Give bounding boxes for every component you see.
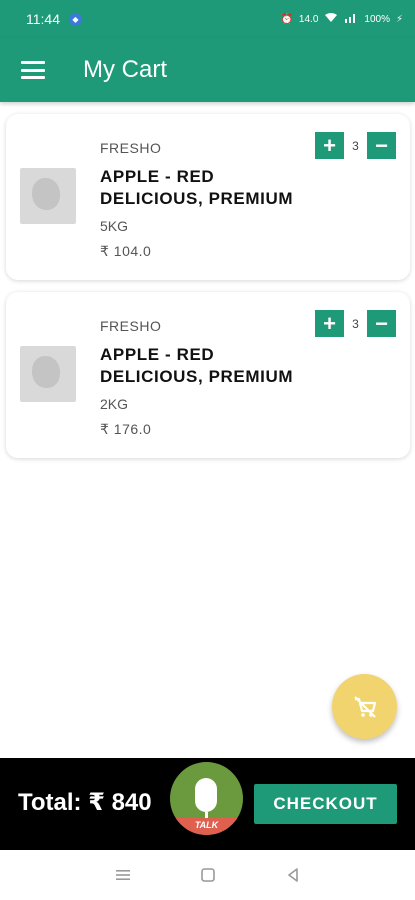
cart-total: Total: ₹ 840 xyxy=(18,789,152,816)
increase-quantity-button[interactable]: + xyxy=(315,132,344,159)
voice-talk-button[interactable]: TALK xyxy=(170,762,243,835)
wifi-icon xyxy=(324,12,338,26)
app-bar: My Cart xyxy=(0,38,415,102)
product-brand: FRESHO xyxy=(100,318,162,334)
page-title: My Cart xyxy=(83,56,167,83)
product-image xyxy=(20,168,76,224)
quantity-value: 3 xyxy=(352,316,359,331)
signal-icon xyxy=(344,12,358,26)
clear-cart-button[interactable] xyxy=(332,674,397,739)
quantity-stepper: + 3 − xyxy=(315,132,396,159)
home-button[interactable] xyxy=(198,865,218,885)
recent-apps-button[interactable] xyxy=(113,865,133,885)
product-image xyxy=(20,346,76,402)
microphone-icon xyxy=(195,778,217,812)
increase-quantity-button[interactable]: + xyxy=(315,310,344,337)
product-price: ₹ 176.0 xyxy=(100,421,152,437)
quantity-stepper: + 3 − xyxy=(315,310,396,337)
alarm-icon: ⏰ xyxy=(280,13,293,25)
data-speed: 14.0 xyxy=(298,13,319,25)
cart-item: FRESHO APPLE - RED DELICIOUS, PREMIUM 2K… xyxy=(6,292,410,458)
decrease-quantity-button[interactable]: − xyxy=(367,132,396,159)
product-brand: FRESHO xyxy=(100,140,162,156)
status-bar: 11:44 ◆ ⏰ 14.0 100% ⚡ xyxy=(0,0,415,38)
checkout-bar: Total: ₹ 840 TALK CHECKOUT xyxy=(0,758,415,850)
quantity-value: 3 xyxy=(352,138,359,153)
cart-item: FRESHO APPLE - RED DELICIOUS, PREMIUM 5K… xyxy=(6,114,410,280)
system-nav-bar xyxy=(0,850,415,900)
status-time: 11:44 xyxy=(26,11,60,27)
back-button[interactable] xyxy=(283,865,303,885)
product-weight: 2KG xyxy=(100,396,129,412)
product-weight: 5KG xyxy=(100,218,129,234)
product-price: ₹ 104.0 xyxy=(100,243,152,259)
product-name: APPLE - RED DELICIOUS, PREMIUM xyxy=(100,167,294,208)
charging-icon: ⚡ xyxy=(395,13,403,25)
decrease-quantity-button[interactable]: − xyxy=(367,310,396,337)
product-name: APPLE - RED DELICIOUS, PREMIUM xyxy=(100,345,294,386)
remove-cart-icon xyxy=(353,695,376,718)
hamburger-menu-icon[interactable] xyxy=(21,61,45,79)
battery-level: 100% xyxy=(364,13,390,25)
checkout-button[interactable]: CHECKOUT xyxy=(254,784,397,824)
notification-icon: ◆ xyxy=(69,12,82,26)
talk-label: TALK xyxy=(170,818,243,835)
status-icons: ⏰ 14.0 100% ⚡ xyxy=(280,12,403,26)
